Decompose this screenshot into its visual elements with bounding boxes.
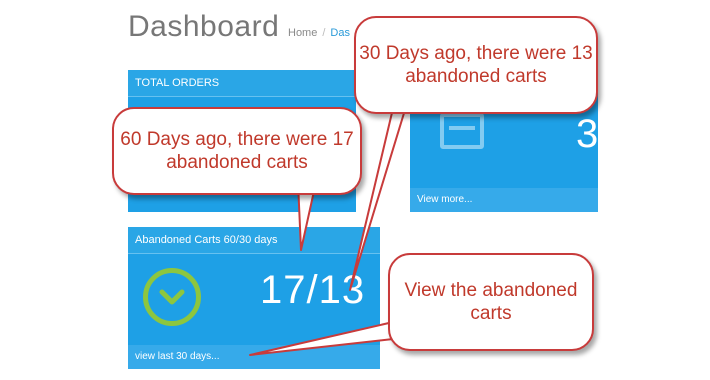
breadcrumb-current[interactable]: Das	[330, 27, 350, 39]
abandoned-carts-value: 17/13	[260, 268, 366, 312]
callout-30-days-text: 30 Days ago, there were 13 abandoned car…	[354, 16, 598, 114]
callout-view-text: View the abandoned carts	[388, 253, 594, 351]
document-icon	[440, 113, 484, 149]
breadcrumb: Home / Das	[288, 27, 350, 39]
total-orders-number: 3	[576, 112, 600, 156]
page-title: Dashboard	[128, 10, 280, 43]
check-circle-icon	[143, 268, 201, 326]
abandoned-carts-title: Abandoned Carts 60/30 days	[135, 234, 278, 246]
breadcrumb-home[interactable]: Home	[288, 27, 317, 39]
chevron-down-icon	[159, 289, 185, 305]
total-orders-footer[interactable]: View more...	[410, 188, 598, 212]
total-orders-header: TOTAL ORDERS	[128, 70, 356, 97]
abandoned-carts-header: Abandoned Carts 60/30 days	[128, 227, 380, 254]
abandoned-carts-footer[interactable]: view last 30 days...	[128, 345, 380, 369]
callout-60-days-text: 60 Days ago, there were 17 abandoned car…	[112, 107, 362, 195]
view-last-30-days-link[interactable]: view last 30 days...	[135, 351, 219, 362]
view-more-link[interactable]: View more...	[417, 194, 472, 205]
total-orders-title: TOTAL ORDERS	[135, 77, 220, 89]
breadcrumb-separator: /	[322, 27, 326, 39]
